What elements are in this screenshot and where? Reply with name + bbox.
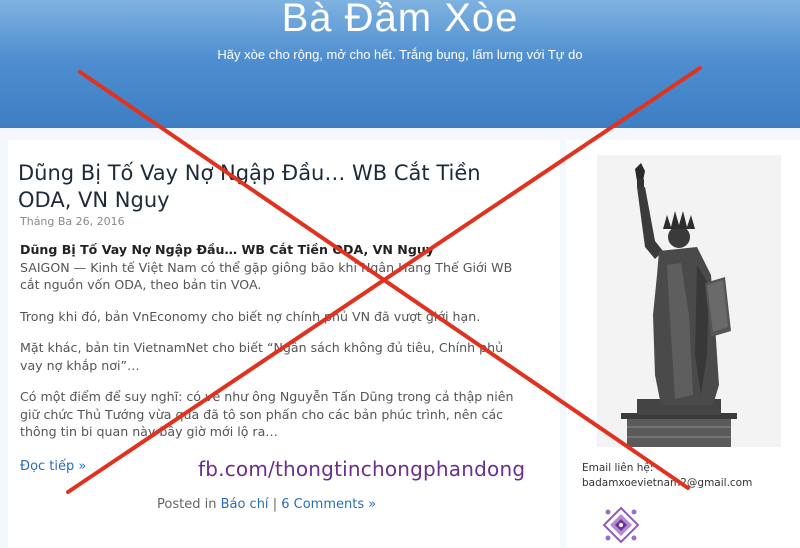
post-body: Dũng Bị Tố Vay Nợ Ngập Đầu… WB Cắt Tiền … — [20, 241, 528, 455]
post-date: Tháng Ba 26, 2016 — [20, 215, 125, 228]
purple-ornament-icon — [602, 506, 640, 544]
posted-in-label: Posted in — [157, 497, 217, 512]
watermark-text: fb.com/thongtinchongphandong — [198, 457, 526, 481]
post-paragraph-3: Mặt khác, bản tin VietnamNet cho biết “N… — [20, 340, 504, 373]
post-title[interactable]: Dũng Bị Tố Vay Nợ Ngập Đầu… WB Cắt Tiền … — [18, 160, 538, 214]
post-subheading: Dũng Bị Tố Vay Nợ Ngập Đầu… WB Cắt Tiền … — [20, 242, 435, 257]
email-label: Email liên hệ: — [582, 462, 654, 474]
post-footer: Posted in Báo chí | 6 Comments » — [157, 497, 376, 512]
comments-link[interactable]: 6 Comments » — [281, 497, 376, 512]
category-link[interactable]: Báo chí — [221, 497, 269, 512]
site-title[interactable]: Bà Đầm Xòe — [0, 0, 800, 41]
read-more-link[interactable]: Đọc tiếp » — [20, 459, 86, 474]
post-paragraph-1: Dũng Bị Tố Vay Nợ Ngập Đầu… WB Cắt Tiền … — [20, 241, 528, 294]
post-paragraph-1-text: SAIGON — Kinh tế Việt Nam có thể gặp giô… — [20, 259, 513, 293]
post-paragraph-4: Có một điểm để suy nghĩ: có vẻ như ông N… — [20, 389, 514, 439]
site-tagline: Hãy xòe cho rộng, mở cho hết. Trắng bụng… — [217, 47, 583, 62]
site-header: Bà Đầm Xòe Hãy xòe cho rộng, mở cho hết.… — [0, 0, 800, 128]
statue-image — [597, 155, 781, 447]
statue-of-liberty-icon — [597, 155, 781, 447]
footer-separator: | — [272, 497, 278, 512]
post-paragraph-2: Trong khi đó, bản VnEconomy cho biết nợ … — [20, 308, 481, 324]
email-address[interactable]: badamxoevietnam2@gmail.com — [582, 477, 752, 489]
